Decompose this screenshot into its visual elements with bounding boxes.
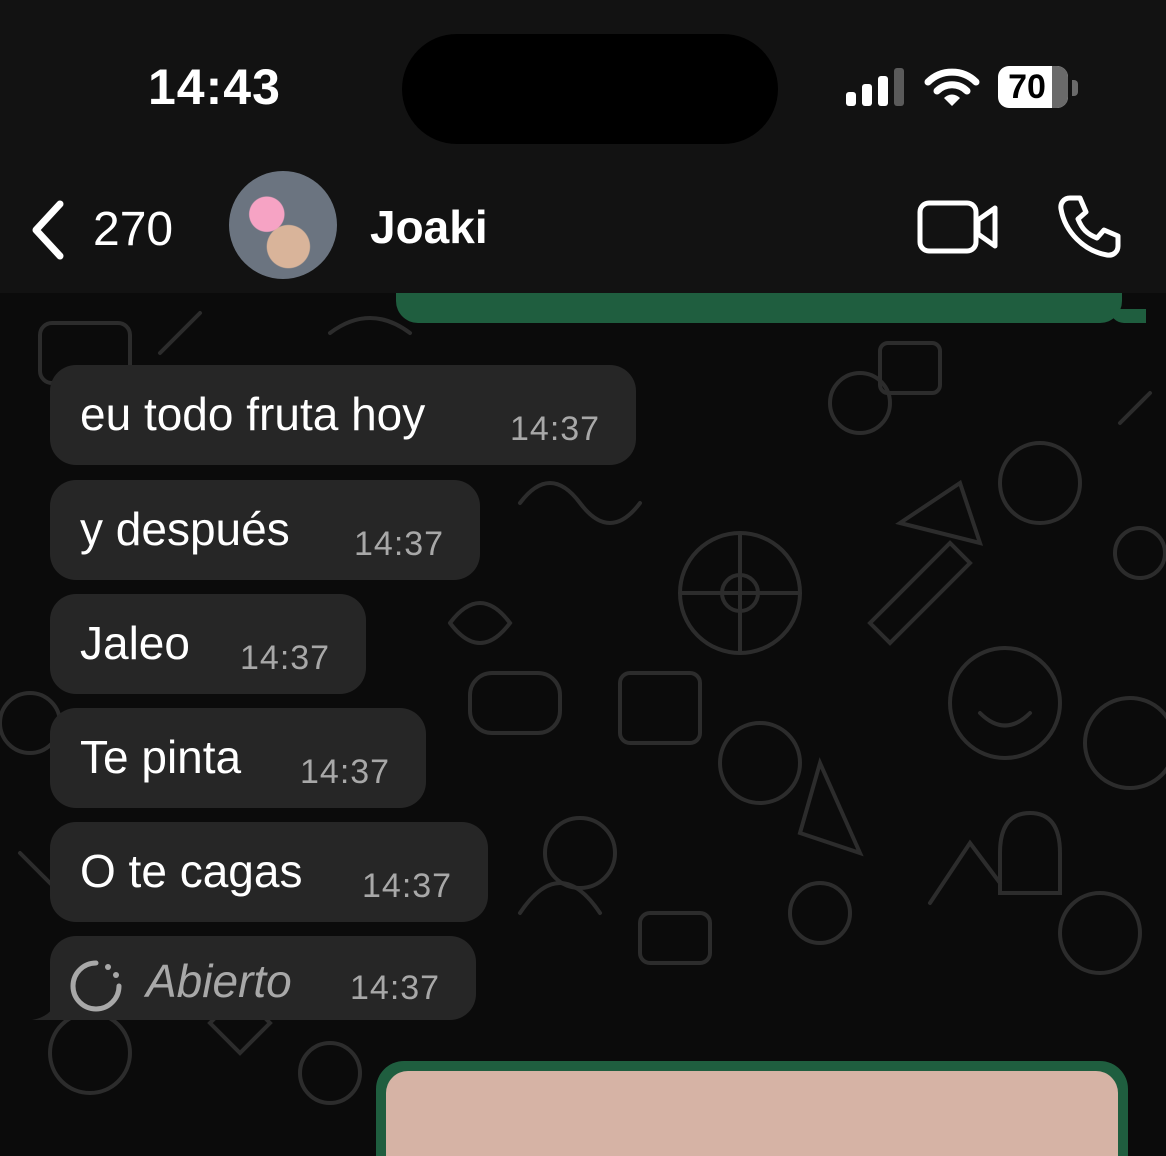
battery-nub <box>1072 80 1078 96</box>
message-time: 14:37 <box>350 969 441 1007</box>
outgoing-message-bubble[interactable] <box>396 293 1122 323</box>
incoming-message-bubble[interactable]: Jaleo 14:37 <box>50 594 366 694</box>
contact-name[interactable]: Joaki <box>370 200 488 254</box>
status-time: 14:43 <box>148 59 281 115</box>
message-time: 14:37 <box>240 639 331 677</box>
bubble-tail <box>32 996 72 1020</box>
avatar[interactable] <box>229 171 337 279</box>
incoming-message-bubble[interactable]: Te pinta 14:37 <box>50 708 426 808</box>
message-text: Jaleo <box>80 617 190 669</box>
media-thumbnail[interactable] <box>386 1071 1118 1156</box>
view-once-opened-icon <box>70 960 122 1012</box>
view-once-message-bubble[interactable]: Abierto 14:37 <box>50 936 476 1020</box>
phone-call-icon[interactable] <box>1056 194 1122 260</box>
chevron-left-icon[interactable] <box>28 200 68 260</box>
battery-level: 70 <box>1008 68 1046 106</box>
message-text: eu todo fruta hoy <box>80 388 426 440</box>
incoming-message-bubble[interactable]: eu todo fruta hoy 14:37 <box>50 365 636 465</box>
video-call-icon[interactable] <box>917 200 999 254</box>
chat-header: 270 Joaki <box>0 160 1166 293</box>
message-time: 14:37 <box>510 410 601 448</box>
wifi-icon <box>924 68 980 106</box>
message-text: Abierto <box>146 955 292 1007</box>
battery-icon: 70 <box>998 66 1068 108</box>
message-text: Te pinta <box>80 731 242 783</box>
incoming-message-bubble[interactable]: y después 14:37 <box>50 480 480 580</box>
message-text: O te cagas <box>80 845 303 897</box>
status-bar: 14:43 70 <box>0 0 1166 160</box>
message-text: y después <box>80 503 290 555</box>
cellular-signal-icon <box>846 68 906 106</box>
dynamic-island <box>402 34 778 144</box>
chat-area[interactable]: eu todo fruta hoy 14:37 y después 14:37 … <box>0 293 1166 1156</box>
unread-count[interactable]: 270 <box>93 202 173 257</box>
message-time: 14:37 <box>300 753 391 791</box>
incoming-message-bubble[interactable]: O te cagas 14:37 <box>50 822 488 922</box>
outgoing-media-message[interactable] <box>376 1061 1128 1156</box>
message-time: 14:37 <box>362 867 453 905</box>
message-time: 14:37 <box>354 525 445 563</box>
